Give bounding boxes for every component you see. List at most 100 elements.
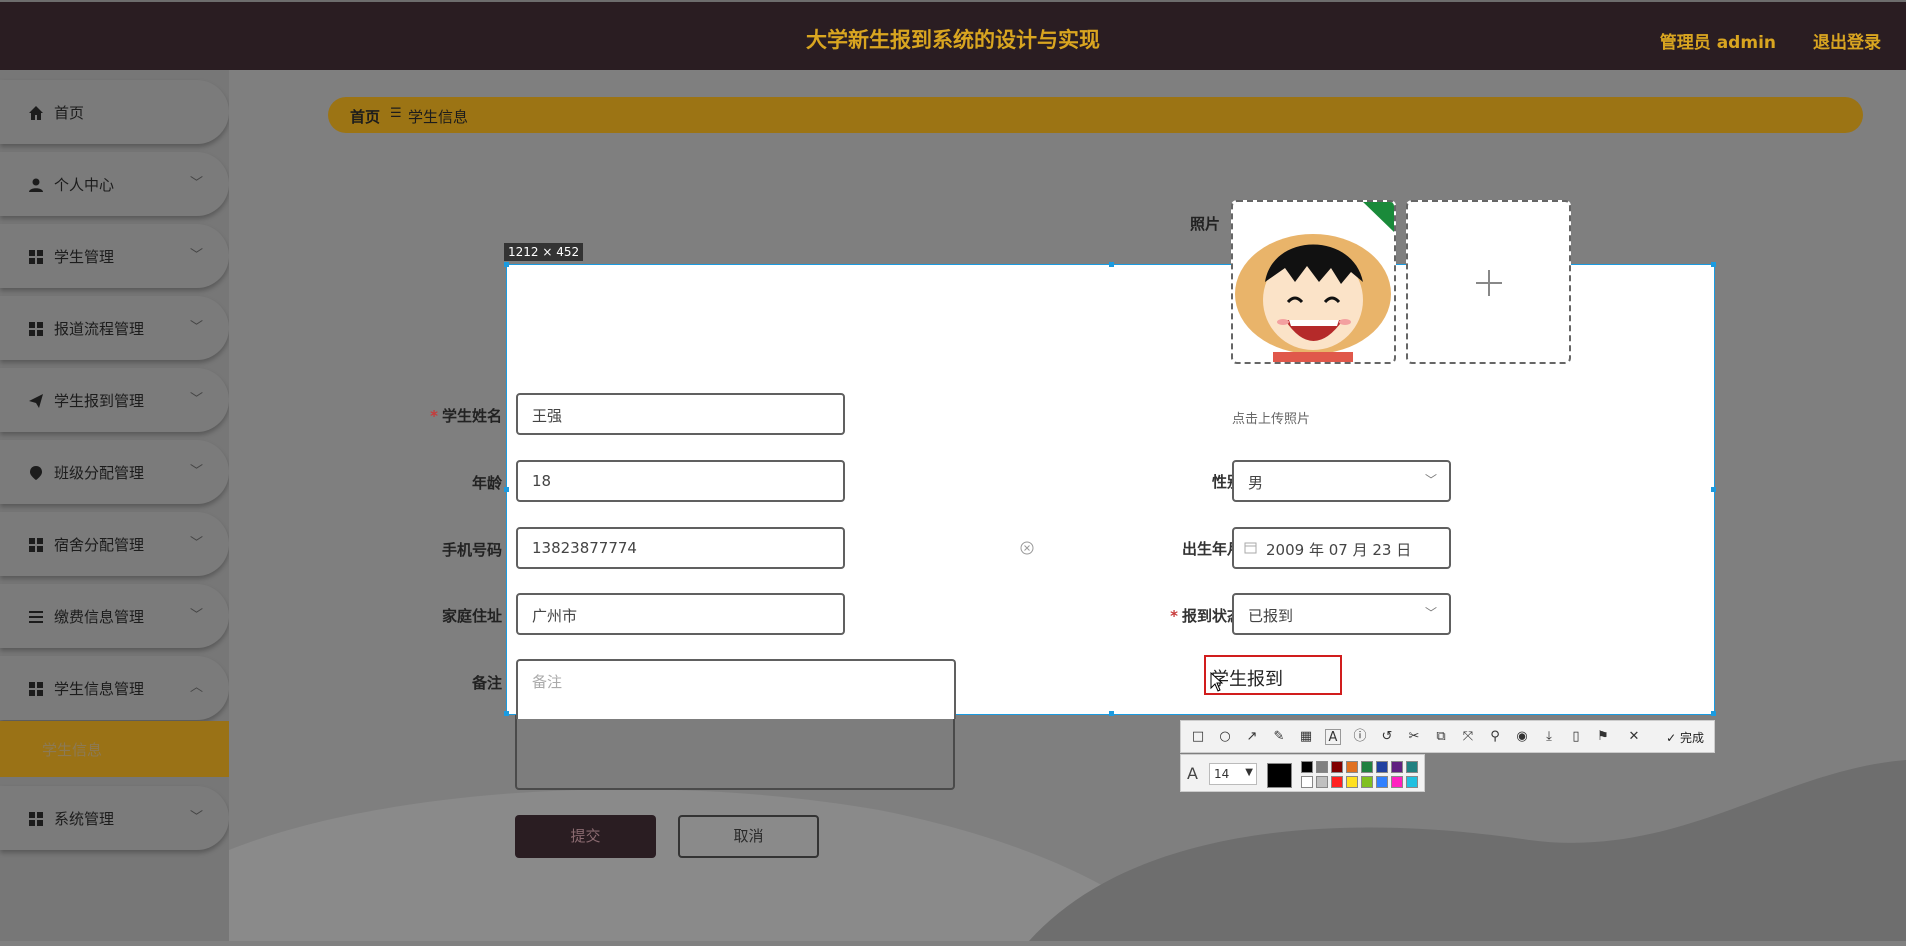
upload-tip: 点击上传照片 bbox=[1232, 412, 1311, 427]
capture-toolbar: □ ○ ↗ ✎ ▦ A ⓘ ↺ ✂ ⧉ ⤧ ⚲ ◉ ⤓ ▯ ⚑ ✕ ✓ 完成 bbox=[1180, 720, 1715, 753]
color-swatch[interactable] bbox=[1331, 761, 1343, 773]
chevron-down-icon: ﹀ bbox=[189, 176, 203, 191]
resize-handle[interactable] bbox=[504, 487, 509, 492]
color-swatch[interactable] bbox=[1346, 761, 1358, 773]
resize-handle[interactable] bbox=[1711, 711, 1716, 716]
text-icon[interactable]: A bbox=[1325, 729, 1341, 745]
current-color[interactable] bbox=[1267, 763, 1292, 788]
student-photo[interactable] bbox=[1231, 200, 1396, 364]
breadcrumb-separator: ☰ bbox=[390, 106, 402, 121]
undo-icon[interactable]: ↺ bbox=[1379, 729, 1395, 745]
pen-icon[interactable]: ✎ bbox=[1271, 729, 1287, 745]
resize-handle[interactable] bbox=[1109, 262, 1114, 267]
chevron-down-icon: ﹀ bbox=[1424, 606, 1437, 620]
color-swatch[interactable] bbox=[1376, 761, 1388, 773]
color-swatch[interactable] bbox=[1406, 761, 1418, 773]
calendar-icon bbox=[1244, 542, 1257, 554]
bookmark-icon[interactable]: ⚑ bbox=[1595, 729, 1611, 745]
color-swatch[interactable] bbox=[1316, 761, 1328, 773]
sidebar-item-system[interactable]: 系统管理 ﹀ bbox=[0, 786, 229, 850]
text-style-toolbar: A 14 ▼ bbox=[1180, 754, 1425, 792]
phone-input[interactable]: 13823877774 bbox=[516, 527, 845, 569]
cancel-button[interactable]: 取消 bbox=[678, 815, 819, 858]
expand-icon[interactable]: ⤧ bbox=[1460, 729, 1476, 745]
cut-icon[interactable]: ✂ bbox=[1406, 729, 1422, 745]
capture-size-label: 1212 × 452 bbox=[504, 243, 584, 261]
birth-date-picker[interactable]: 2009 年 07 月 23 日 bbox=[1232, 527, 1451, 569]
logout-link[interactable]: 退出登录 bbox=[1813, 28, 1881, 53]
add-photo-button[interactable] bbox=[1406, 200, 1571, 364]
gender-select[interactable]: 男 ﹀ bbox=[1232, 460, 1451, 502]
sidebar-item-label: 报道流程管理 bbox=[54, 320, 145, 338]
grid-icon bbox=[29, 538, 43, 552]
ellipse-icon[interactable]: ○ bbox=[1217, 729, 1233, 745]
sidebar-item-label: 班级分配管理 bbox=[54, 464, 145, 482]
font-size-select[interactable]: 14 ▼ bbox=[1209, 763, 1257, 785]
sidebar-item-class[interactable]: 班级分配管理 ﹀ bbox=[0, 440, 229, 504]
age-label-outer: 年龄 bbox=[471, 474, 502, 492]
sidebar-item-students[interactable]: 学生管理 ﹀ bbox=[0, 224, 229, 288]
cursor-icon bbox=[1210, 672, 1224, 692]
sidebar-item-profile[interactable]: 个人中心 ﹀ bbox=[0, 152, 229, 216]
sidebar-subitem-student-info[interactable]: 学生信息 bbox=[0, 721, 229, 777]
color-swatch[interactable] bbox=[1361, 776, 1373, 788]
record-icon[interactable]: ◉ bbox=[1514, 729, 1530, 745]
color-swatch[interactable] bbox=[1301, 761, 1313, 773]
breadcrumb-home[interactable]: 首页 bbox=[350, 106, 380, 127]
arrow-icon[interactable]: ↗ bbox=[1244, 729, 1260, 745]
mosaic-icon[interactable]: ▦ bbox=[1298, 729, 1314, 745]
plus-icon bbox=[1476, 270, 1502, 296]
color-swatch[interactable] bbox=[1346, 776, 1358, 788]
resize-handle[interactable] bbox=[1109, 711, 1114, 716]
color-swatch[interactable] bbox=[1406, 776, 1418, 788]
color-swatch[interactable] bbox=[1316, 776, 1328, 788]
status-select[interactable]: 已报到 ﹀ bbox=[1232, 593, 1451, 635]
text-annotation[interactable]: 学生报到 bbox=[1204, 655, 1342, 695]
color-swatch[interactable] bbox=[1361, 761, 1373, 773]
close-icon[interactable]: ✕ bbox=[1626, 729, 1642, 745]
sidebar-item-student-info[interactable]: 学生信息管理 ︿ bbox=[0, 656, 229, 720]
list-icon bbox=[29, 611, 43, 623]
submit-button[interactable]: 提交 bbox=[515, 815, 656, 858]
sidebar-item-label: 系统管理 bbox=[54, 810, 115, 828]
ocr-icon[interactable]: ⧉ bbox=[1433, 729, 1449, 745]
font-icon: A bbox=[1187, 764, 1198, 783]
color-swatch[interactable] bbox=[1376, 776, 1388, 788]
download-icon[interactable]: ⤓ bbox=[1541, 729, 1557, 745]
sidebar-item-home[interactable]: 首页 bbox=[0, 80, 229, 144]
clear-icon[interactable] bbox=[1020, 541, 1034, 555]
resize-handle[interactable] bbox=[1711, 487, 1716, 492]
remark-textarea-top[interactable]: 备注 bbox=[516, 659, 956, 719]
avatar-image bbox=[1235, 202, 1394, 362]
sidebar: 首页 个人中心 ﹀ 学生管理 ﹀ 报道流程管理 ﹀ 学生报到管理 ﹀ 班级分配管… bbox=[0, 70, 229, 941]
name-input[interactable]: 王强 bbox=[516, 393, 845, 435]
address-input[interactable]: 广州市 bbox=[516, 593, 845, 635]
sidebar-item-label: 缴费信息管理 bbox=[54, 608, 145, 626]
birth-label: 出生年月 bbox=[1181, 540, 1242, 558]
send-icon bbox=[29, 394, 43, 408]
resize-handle[interactable] bbox=[504, 262, 509, 267]
status-label: * 报到状态 bbox=[1170, 607, 1242, 625]
breadcrumb: 首页 ☰ 学生信息 bbox=[328, 97, 1863, 133]
pin-icon[interactable]: ⚲ bbox=[1487, 729, 1503, 745]
sidebar-item-process[interactable]: 报道流程管理 ﹀ bbox=[0, 296, 229, 360]
color-swatch[interactable] bbox=[1391, 761, 1403, 773]
address-label-outer: 家庭住址 bbox=[441, 607, 502, 625]
sidebar-item-label: 个人中心 bbox=[54, 176, 115, 194]
user-icon bbox=[29, 178, 43, 192]
sidebar-item-checkin[interactable]: 学生报到管理 ﹀ bbox=[0, 368, 229, 432]
done-button[interactable]: ✓ 完成 bbox=[1666, 729, 1704, 746]
sidebar-item-fees[interactable]: 缴费信息管理 ﹀ bbox=[0, 584, 229, 648]
resize-handle[interactable] bbox=[504, 711, 509, 716]
number-icon[interactable]: ⓘ bbox=[1352, 729, 1368, 745]
color-swatch[interactable] bbox=[1331, 776, 1343, 788]
phone-icon[interactable]: ▯ bbox=[1568, 729, 1584, 745]
color-swatch[interactable] bbox=[1301, 776, 1313, 788]
age-input[interactable]: 18 bbox=[516, 460, 845, 502]
color-swatch[interactable] bbox=[1391, 776, 1403, 788]
grid-icon bbox=[29, 682, 43, 696]
resize-handle[interactable] bbox=[1711, 262, 1716, 267]
sidebar-item-label: 学生信息管理 bbox=[54, 680, 145, 698]
sidebar-item-dorm[interactable]: 宿舍分配管理 ﹀ bbox=[0, 512, 229, 576]
rectangle-icon[interactable]: □ bbox=[1190, 729, 1206, 745]
